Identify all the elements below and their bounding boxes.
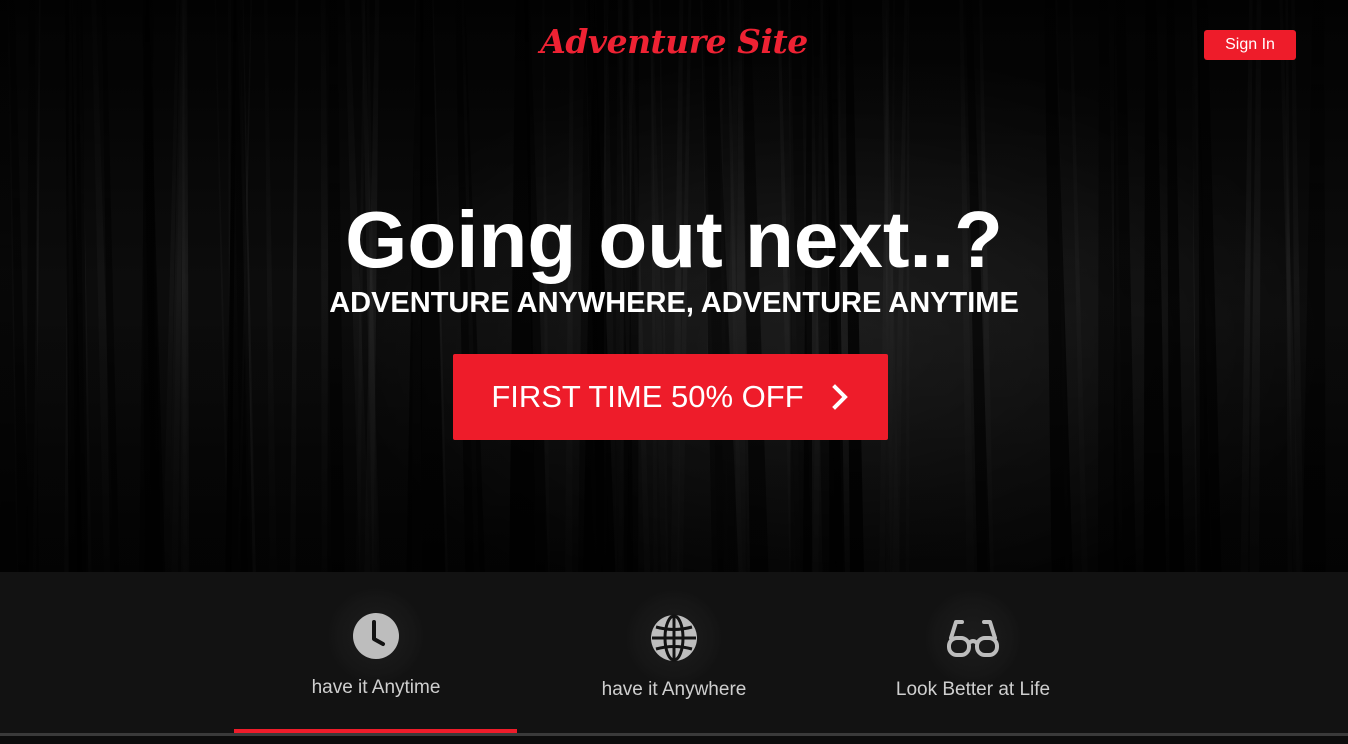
features-bar: have it Anytime have it Anywhere Look Be… [0, 572, 1348, 744]
footer-edge [0, 736, 1348, 744]
feature-icon-badge [626, 590, 722, 686]
hero-headline: Going out next..? [345, 195, 1003, 284]
feature-tab-anytime[interactable]: have it Anytime [234, 572, 518, 732]
feature-label: Look Better at Life [895, 679, 1051, 700]
hero-section: Adventure Site Sign In Going out next..?… [0, 0, 1348, 572]
feature-tab-look-better[interactable]: Look Better at Life [831, 572, 1115, 732]
feature-label: have it Anywhere [601, 679, 747, 700]
sign-in-button[interactable]: Sign In [1204, 30, 1296, 60]
globe-icon [651, 614, 697, 662]
feature-label: have it Anytime [311, 677, 441, 698]
chevron-right-icon [831, 384, 848, 410]
feature-tab-anywhere[interactable]: have it Anywhere [532, 572, 816, 732]
site-logo[interactable]: Adventure Site [0, 22, 1348, 61]
clock-icon [353, 613, 399, 659]
glasses-icon [947, 620, 999, 657]
cta-label: FIRST TIME 50% OFF [491, 379, 804, 414]
hero-subheadline: ADVENTURE ANYWHERE, ADVENTURE ANYTIME [329, 287, 1019, 319]
first-time-offer-button[interactable]: FIRST TIME 50% OFF [453, 354, 888, 440]
feature-icon-badge [328, 588, 424, 684]
feature-icon-badge [925, 590, 1021, 686]
